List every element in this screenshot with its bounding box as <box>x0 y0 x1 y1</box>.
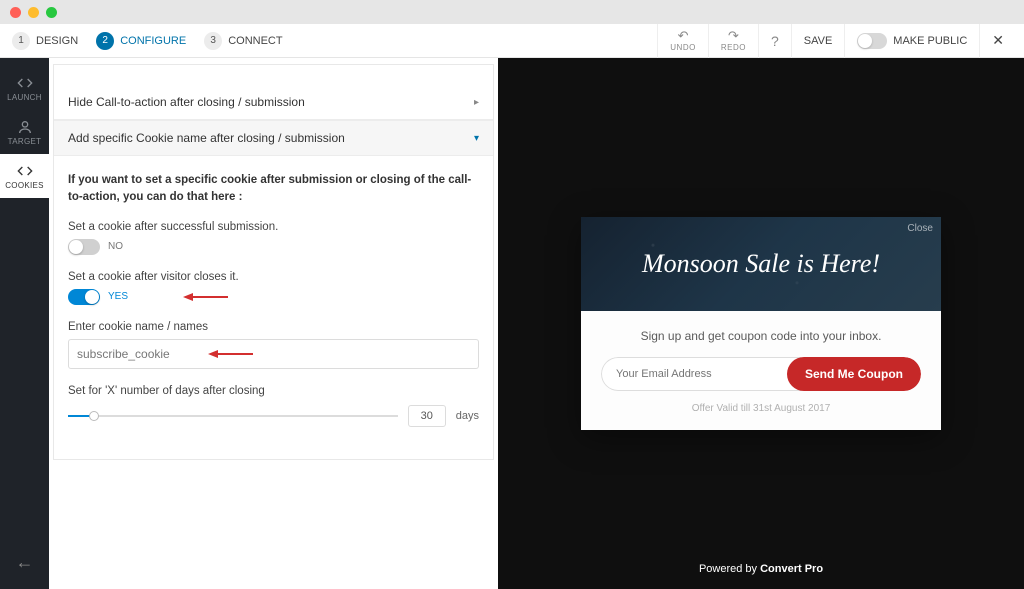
rail-label: COOKIES <box>5 181 44 190</box>
modal-close-button[interactable]: Close <box>907 223 933 234</box>
cookie-settings-body: If you want to set a specific cookie aft… <box>54 156 493 459</box>
mac-titlebar <box>0 0 1024 24</box>
rail-label: LAUNCH <box>7 93 42 102</box>
step-label: CONNECT <box>228 35 282 47</box>
modal-hero: Close Monsoon Sale is Here! <box>581 217 941 311</box>
days-input[interactable] <box>408 405 446 427</box>
preview-modal: Close Monsoon Sale is Here! Sign up and … <box>581 217 941 430</box>
config-panel: Hide Call-to-action after closing / subm… <box>49 58 498 589</box>
step-label: CONFIGURE <box>120 35 186 47</box>
close-icon: ✕ <box>992 32 1004 49</box>
rail-target[interactable]: TARGET <box>0 110 49 154</box>
field-label: Enter cookie name / names <box>68 321 479 333</box>
rail-cookies[interactable]: COOKIES <box>0 154 49 198</box>
help-icon: ? <box>771 34 779 48</box>
help-button[interactable]: ? <box>758 24 791 58</box>
save-label: SAVE <box>804 35 833 47</box>
step-design[interactable]: 1 DESIGN <box>12 32 78 50</box>
toggle-value: NO <box>108 241 123 252</box>
left-rail: LAUNCH TARGET COOKIES ← <box>0 58 49 589</box>
chevron-right-icon: ▸ <box>474 97 479 108</box>
send-coupon-button[interactable]: Send Me Coupon <box>787 357 921 391</box>
publish-toggle-wrap[interactable]: MAKE PUBLIC <box>844 24 979 58</box>
undo-label: UNDO <box>670 43 696 52</box>
step-num: 1 <box>12 32 30 50</box>
undo-icon: ↶ <box>678 29 689 42</box>
toggle-after-submission[interactable] <box>68 239 100 255</box>
redo-label: REDO <box>721 43 746 52</box>
powered-by-text: Powered by <box>699 563 760 575</box>
modal-hero-title: Monsoon Sale is Here! <box>642 249 880 279</box>
step-configure[interactable]: 2 CONFIGURE <box>96 32 186 50</box>
field-cookie-name: Enter cookie name / names <box>68 321 479 369</box>
publish-toggle[interactable] <box>857 33 887 49</box>
rail-back-button[interactable]: ← <box>16 540 34 589</box>
field-after-submission: Set a cookie after successful submission… <box>68 221 479 255</box>
powered-by: Powered by Convert Pro <box>699 563 823 575</box>
annotation-arrow-icon <box>183 292 228 302</box>
field-after-close: Set a cookie after visitor closes it. YE… <box>68 271 479 305</box>
days-slider[interactable] <box>68 409 398 423</box>
toggle-value: YES <box>108 291 128 302</box>
field-label: Set a cookie after successful submission… <box>68 221 479 233</box>
window-min-dot[interactable] <box>28 7 39 18</box>
annotation-arrow-icon <box>208 349 253 359</box>
arrow-left-icon: ← <box>16 552 34 572</box>
redo-icon: ↷ <box>728 29 739 42</box>
accordion-label: Add specific Cookie name after closing /… <box>68 131 345 145</box>
code-icon <box>17 75 33 91</box>
field-label: Set a cookie after visitor closes it. <box>68 271 479 283</box>
rail-label: TARGET <box>8 137 42 146</box>
main: LAUNCH TARGET COOKIES ← Hide Call-to-act… <box>0 58 1024 589</box>
window-close-dot[interactable] <box>10 7 21 18</box>
email-row: Send Me Coupon <box>601 357 921 391</box>
field-days: Set for 'X' number of days after closing… <box>68 385 479 427</box>
modal-body: Sign up and get coupon code into your in… <box>581 311 941 430</box>
undo-button[interactable]: ↶ UNDO <box>657 24 708 58</box>
preview-canvas: Close Monsoon Sale is Here! Sign up and … <box>498 58 1024 589</box>
days-suffix: days <box>456 410 479 422</box>
step-num: 3 <box>204 32 222 50</box>
powered-by-brand: Convert Pro <box>760 563 823 575</box>
save-button[interactable]: SAVE <box>791 24 845 58</box>
top-toolbar: 1 DESIGN 2 CONFIGURE 3 CONNECT ↶ UNDO ↷ … <box>0 24 1024 58</box>
close-button[interactable]: ✕ <box>979 24 1016 58</box>
cookie-name-input[interactable] <box>68 339 479 369</box>
accordion-label: Hide Call-to-action after closing / subm… <box>68 95 305 109</box>
code-icon <box>17 163 33 179</box>
redo-button[interactable]: ↷ REDO <box>708 24 758 58</box>
wizard-steps: 1 DESIGN 2 CONFIGURE 3 CONNECT <box>12 32 283 50</box>
modal-validity: Offer Valid till 31st August 2017 <box>601 403 921 414</box>
field-label: Set for 'X' number of days after closing <box>68 385 479 397</box>
toolbar-right: ↶ UNDO ↷ REDO ? SAVE MAKE PUBLIC ✕ <box>657 24 1016 58</box>
accordion-hide-cta[interactable]: Hide Call-to-action after closing / subm… <box>54 85 493 120</box>
step-connect[interactable]: 3 CONNECT <box>204 32 282 50</box>
email-input[interactable] <box>601 357 801 391</box>
step-label: DESIGN <box>36 35 78 47</box>
toggle-after-close[interactable] <box>68 289 100 305</box>
step-num: 2 <box>96 32 114 50</box>
publish-label: MAKE PUBLIC <box>893 35 967 47</box>
accordion-add-cookie[interactable]: Add specific Cookie name after closing /… <box>54 120 493 156</box>
chevron-down-icon: ▾ <box>474 133 479 144</box>
cookie-intro: If you want to set a specific cookie aft… <box>68 172 479 207</box>
user-icon <box>17 119 33 135</box>
rail-launch[interactable]: LAUNCH <box>0 66 49 110</box>
window-max-dot[interactable] <box>46 7 57 18</box>
modal-subtitle: Sign up and get coupon code into your in… <box>601 329 921 343</box>
